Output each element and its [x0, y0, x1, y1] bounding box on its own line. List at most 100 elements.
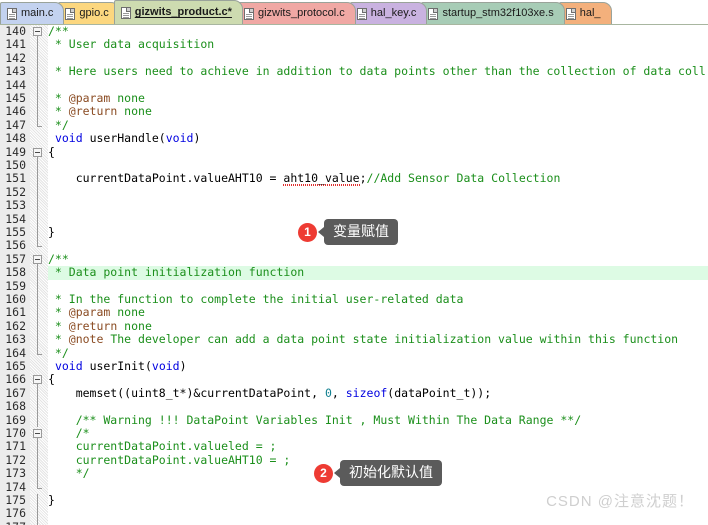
- editor-tab-label: main.c: [21, 7, 54, 19]
- fold-end-marker: [37, 487, 42, 489]
- code-token: /**: [48, 251, 69, 266]
- fold-toggle-icon[interactable]: [33, 375, 42, 385]
- code-line[interactable]: 162 * @return none: [0, 319, 708, 334]
- code-line[interactable]: 146 * @return none: [0, 104, 708, 119]
- code-line[interactable]: 167 memset((uint8_t*)&currentDataPoint, …: [0, 385, 708, 401]
- code-line[interactable]: 164 */: [0, 345, 708, 360]
- line-number: 156: [5, 238, 26, 253]
- code-line[interactable]: 165 void userInit(void): [0, 359, 708, 373]
- code-line[interactable]: 149 {: [0, 145, 708, 159]
- fold-guide-line: [37, 480, 38, 488]
- code-line[interactable]: 147 */: [0, 117, 708, 132]
- code-line[interactable]: 168: [0, 399, 708, 414]
- code-line[interactable]: 144: [0, 77, 708, 92]
- code-token: none: [110, 305, 145, 320]
- fold-guide-line: [37, 413, 38, 427]
- code-token: @note: [68, 332, 104, 347]
- editor-tab-1[interactable]: gpio.c: [58, 2, 120, 24]
- line-number: 144: [5, 77, 26, 92]
- code-line[interactable]: 150: [0, 158, 708, 173]
- editor-tab-0[interactable]: main.c: [0, 2, 65, 24]
- fold-end-marker: [37, 353, 42, 355]
- code-line[interactable]: 159: [0, 278, 708, 293]
- line-number: 147: [5, 117, 26, 132]
- line-number: 177: [0, 520, 26, 525]
- code-token: */: [48, 345, 69, 360]
- editor-tab-label: gizwits_protocol.c: [257, 7, 345, 19]
- line-number: 170: [5, 426, 26, 440]
- fold-guide-line: [37, 520, 38, 525]
- editor-tab-6[interactable]: hal_: [558, 2, 612, 24]
- code-line[interactable]: 152: [0, 185, 708, 200]
- code-line-text: currentDataPoint.valueAHT10 = ;: [48, 453, 291, 467]
- line-number: 155: [5, 225, 26, 239]
- editor-tab-bar[interactable]: main.c gpio.c gizwits_product.c* gizwits_pr…: [0, 0, 708, 25]
- code-line[interactable]: 163 * @note The developer can add a data…: [0, 332, 708, 347]
- code-line[interactable]: 145 * @param none: [0, 91, 708, 106]
- fold-guide-line: [37, 306, 38, 320]
- code-token: ,: [331, 385, 346, 400]
- code-line-text: * Here users need to achieve in addition…: [48, 64, 706, 79]
- code-line[interactable]: 171 currentDataPoint.valueled = ;: [0, 439, 708, 454]
- file-icon: [120, 6, 131, 19]
- fold-toggle-icon[interactable]: [33, 147, 42, 157]
- line-number: 166: [5, 372, 26, 387]
- fold-toggle-icon[interactable]: [33, 254, 42, 264]
- code-line[interactable]: 153: [0, 198, 708, 213]
- fold-guide-line: [37, 92, 38, 106]
- fold-guide-line: [37, 159, 38, 173]
- code-editor[interactable]: 140/** 141 * User data acquisition 142 143 …: [0, 25, 708, 525]
- fold-guide-line: [37, 266, 38, 280]
- fold-guide-line: [37, 105, 38, 119]
- code-line[interactable]: 141 * User data acquisition: [0, 37, 708, 52]
- code-line[interactable]: 160 * In the function to complete the in…: [0, 292, 708, 307]
- code-token: currentDataPoint.valueled = ;: [48, 439, 277, 454]
- code-line[interactable]: 142: [0, 51, 708, 66]
- code-token: currentDataPoint.valueAHT10 =: [48, 171, 284, 186]
- editor-tab-5[interactable]: startup_stm32f103xe.s: [421, 2, 565, 24]
- fold-guide-line: [37, 172, 38, 186]
- code-line-text: memset((uint8_t*)&currentDataPoint, 0, s…: [48, 385, 491, 400]
- line-number: 167: [5, 385, 26, 400]
- code-line[interactable]: 157 /**: [0, 251, 708, 267]
- code-token: The developer can add a data point state…: [103, 332, 679, 347]
- editor-tab-2[interactable]: gizwits_product.c*: [113, 0, 243, 24]
- code-line-text: currentDataPoint.valueled = ;: [48, 439, 277, 454]
- code-token: memset((uint8_t*)&currentDataPoint,: [48, 385, 325, 400]
- code-line-text: {: [48, 373, 55, 386]
- code-line[interactable]: 143 * Here users need to achieve in addi…: [0, 64, 708, 79]
- fold-toggle-icon[interactable]: [33, 429, 42, 438]
- editor-tab-label: gpio.c: [79, 7, 109, 19]
- code-token: @param: [68, 91, 111, 105]
- code-token: {: [48, 372, 55, 387]
- code-token: userInit(: [82, 359, 152, 373]
- code-token: *: [48, 104, 69, 119]
- editor-tab-3[interactable]: gizwits_protocol.c: [236, 2, 356, 24]
- fold-toggle-icon[interactable]: [33, 27, 42, 36]
- code-line[interactable]: 140 /**: [0, 25, 708, 39]
- line-number: 176: [5, 506, 26, 521]
- code-line[interactable]: 166 {: [0, 372, 708, 387]
- code-line[interactable]: 151 currentDataPoint.valueAHT10 = aht10_…: [0, 171, 708, 187]
- code-token: }: [48, 493, 55, 507]
- code-token: *: [48, 305, 69, 320]
- editor-tab-4[interactable]: hal_key.c: [349, 2, 428, 24]
- code-line[interactable]: 177: [0, 520, 708, 525]
- code-token: * Here users need to achieve in addition…: [48, 64, 706, 79]
- code-token: ): [193, 131, 201, 146]
- code-line[interactable]: 169 /** Warning !!! DataPoint Variables …: [0, 413, 708, 427]
- code-line[interactable]: 158 * Data point initialization function: [0, 265, 708, 280]
- code-line-text: */: [48, 118, 69, 132]
- code-line[interactable]: 161 * @param none: [0, 305, 708, 320]
- code-token: /*: [48, 426, 90, 440]
- line-number: 159: [5, 278, 26, 293]
- fold-guide-line: [37, 118, 38, 126]
- code-line-text: * @param none: [48, 91, 145, 105]
- code-line-text: * @return none: [48, 319, 152, 333]
- code-line[interactable]: 148 void userHandle(void): [0, 131, 708, 146]
- fold-guide-line: [37, 239, 38, 247]
- code-line[interactable]: 170 /*: [0, 426, 708, 441]
- line-number: 150: [5, 158, 26, 172]
- fold-guide-line: [37, 185, 38, 200]
